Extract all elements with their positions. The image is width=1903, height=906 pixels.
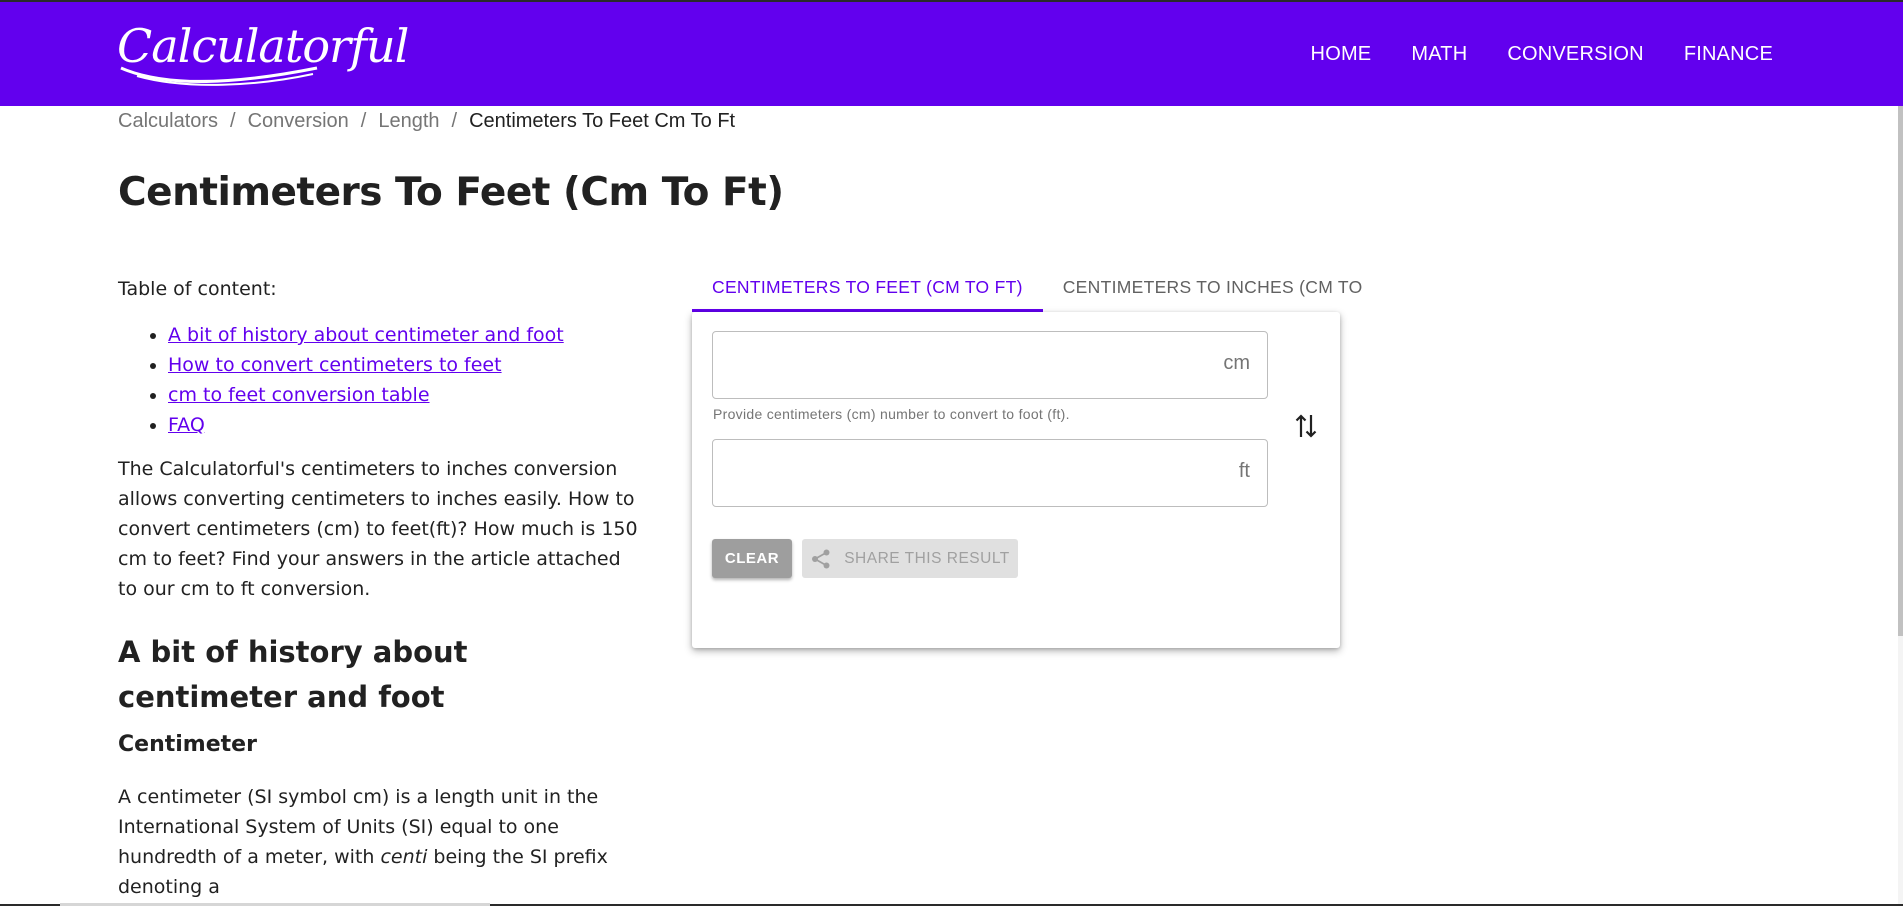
toc-item: A bit of history about centimeter and fo… — [168, 320, 638, 350]
logo-swoosh-icon — [120, 66, 318, 86]
toc-link-how-to-convert[interactable]: How to convert centimeters to feet — [168, 354, 502, 376]
nav-finance[interactable]: FINANCE — [1684, 43, 1773, 66]
cm-field: cm — [712, 331, 1268, 399]
toc-item: FAQ — [168, 410, 638, 440]
toc-link-conversion-table[interactable]: cm to feet conversion table — [168, 384, 430, 406]
toc-title: Table of content: — [118, 278, 277, 300]
breadcrumb-separator: / — [360, 110, 367, 132]
toc-item: How to convert centimeters to feet — [168, 350, 638, 380]
para-text-em: centi — [380, 846, 428, 868]
top-navbar: Calculatorful HOME MATH CONVERSION FINAN… — [0, 2, 1903, 106]
article-column: Table of content: A bit of history about… — [118, 270, 638, 902]
toc-link-history[interactable]: A bit of history about centimeter and fo… — [168, 324, 564, 346]
table-of-contents: A bit of history about centimeter and fo… — [118, 320, 638, 440]
ft-input[interactable] — [713, 440, 1193, 506]
share-result-button[interactable]: SHARE THIS RESULT — [802, 539, 1018, 578]
converter-tabs: CENTIMETERS TO FEET (CM TO FT) CENTIMETE… — [692, 262, 1362, 312]
page-title: Centimeters To Feet (Cm To Ft) — [118, 170, 784, 215]
page-scrollbar-thumb[interactable] — [1898, 106, 1903, 636]
cm-suffix: cm — [1223, 352, 1250, 374]
toc-item: cm to feet conversion table — [168, 380, 638, 410]
clear-button[interactable]: CLEAR — [712, 539, 792, 578]
tab-cm-to-ft[interactable]: CENTIMETERS TO FEET (CM TO FT) — [692, 262, 1043, 312]
share-icon — [812, 549, 830, 568]
breadcrumb-current: Centimeters To Feet Cm To Ft — [469, 110, 736, 132]
breadcrumb-separator: / — [230, 110, 236, 132]
intro-paragraph: The Calculatorful's centimeters to inche… — [118, 458, 638, 600]
breadcrumb-conversion[interactable]: Conversion — [248, 110, 349, 133]
converter-card: cm Provide centimeters (cm) number to co… — [692, 312, 1340, 648]
share-result-label: SHARE THIS RESULT — [844, 549, 1010, 567]
cm-input[interactable] — [713, 332, 1193, 398]
breadcrumb-calculators[interactable]: Calculators — [118, 110, 218, 133]
main-nav: HOME MATH CONVERSION FINANCE — [1311, 2, 1773, 106]
centimeter-paragraph: A centimeter (SI symbol cm) is a length … — [118, 782, 638, 902]
ft-field: ft — [712, 439, 1268, 507]
breadcrumb: Calculators / Conversion / Length / Cent… — [118, 110, 735, 133]
ft-suffix: ft — [1238, 460, 1250, 482]
toc-link-faq[interactable]: FAQ — [168, 414, 205, 436]
site-logo[interactable]: Calculatorful — [117, 16, 409, 88]
nav-math[interactable]: MATH — [1411, 43, 1467, 66]
breadcrumb-length[interactable]: Length — [378, 110, 439, 133]
cm-hint: Provide centimeters (cm) number to conve… — [713, 406, 1070, 422]
breadcrumb-separator: / — [451, 110, 458, 132]
swap-arrows-icon[interactable] — [1294, 412, 1318, 440]
nav-conversion[interactable]: CONVERSION — [1507, 43, 1643, 66]
subsection-title-centimeter: Centimeter — [118, 732, 257, 757]
section-title-history: A bit of history about centimeter and fo… — [118, 635, 468, 714]
tab-cm-to-inches[interactable]: CENTIMETERS TO INCHES (CM TO — [1043, 262, 1383, 312]
nav-home[interactable]: HOME — [1311, 43, 1372, 66]
